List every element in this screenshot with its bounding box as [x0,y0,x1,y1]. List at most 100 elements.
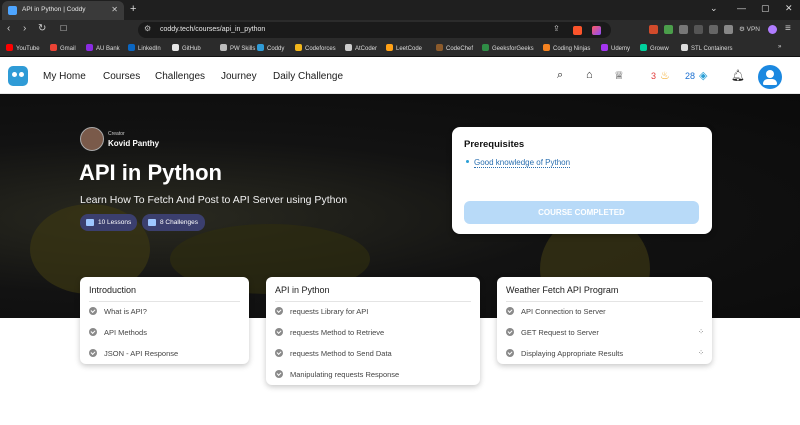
extension-icon[interactable] [664,25,673,34]
download-icon[interactable] [724,25,733,34]
bookmark-item[interactable]: Gmail [50,44,76,52]
browser-tab[interactable]: API in Python | Coddy ✕ [2,1,124,20]
bookmark-item[interactable]: Codeforces [295,44,336,52]
more-bookmarks-icon[interactable]: » [778,44,781,50]
nav-journey[interactable]: Journey [221,71,257,82]
extension-icon[interactable] [649,25,658,34]
course-completed-button[interactable]: COURSE COMPLETED [464,201,699,224]
bookmark-label: Coddy [267,46,285,52]
creator-label: Creator [108,131,125,137]
module-card[interactable]: Introduction What is API? API Methods JS… [80,277,249,364]
bookmark-item[interactable]: LeetCode [386,44,422,52]
nav-courses[interactable]: Courses [103,71,140,82]
coddy-logo[interactable] [8,66,28,86]
lesson-item[interactable]: What is API? [89,307,147,316]
challenge-icon: ⁘ [698,350,704,357]
chevron-down-icon[interactable]: ⌄ [710,3,718,14]
creator-avatar[interactable] [80,127,104,151]
site-settings-icon[interactable]: ⚙ [144,24,151,33]
lesson-item[interactable]: requests Method to Send Data [275,349,392,358]
back-icon[interactable]: ‹ [7,23,10,34]
streak-count: 3 [651,71,657,81]
shop-icon[interactable]: ⌂ [586,69,593,81]
bookmark-item[interactable]: Udemy [601,44,630,52]
bookmark-item[interactable]: CodeChef [436,44,473,52]
nav-challenges[interactable]: Challenges [155,71,205,82]
bookmark-favicon-icon [257,44,264,51]
bookmark-item[interactable]: Coddy [257,44,284,52]
bell-icon[interactable]: 🔔︎ [731,69,745,82]
sidebar-icon[interactable] [694,25,703,34]
bookmark-label: GitHub [182,46,201,52]
bookmarks-bar: YouTube Gmail AU Bank LinkedIn GitHub PW Skil… [0,40,800,57]
close-window-button[interactable]: ✕ [785,3,793,14]
challenges-label: 8 Challenges [160,219,198,226]
user-avatar-button[interactable] [758,65,782,89]
module-card[interactable]: Weather Fetch API Program API Connection… [497,277,712,364]
lesson-label: Displaying Appropriate Results [521,349,624,358]
menu-icon[interactable]: ≡ [785,23,791,34]
bookmark-label: AU Bank [96,46,120,52]
nav-daily-challenge[interactable]: Daily Challenge [273,71,343,82]
tab-close-icon[interactable]: ✕ [111,5,118,14]
tab-title: API in Python | Coddy [22,6,86,13]
course-title: API in Python [79,160,222,185]
course-subtitle: Learn How To Fetch And Post to API Serve… [80,194,348,206]
search-icon[interactable]: ⌕ [557,69,563,82]
book-icon [86,219,94,226]
profile-icon[interactable] [768,25,777,34]
bookmark-item[interactable]: Coding Ninjas [543,44,590,52]
lesson-item[interactable]: Displaying Appropriate Results [506,349,623,358]
bookmark-item[interactable]: GeeksforGeeks [482,44,534,52]
flame-icon: ♨ [660,70,670,82]
bookmark-item[interactable]: Groww [640,44,669,52]
check-circle-icon [89,349,97,357]
creator-name[interactable]: Kovid Panthy [108,139,159,148]
bookmark-favicon-icon [128,44,135,51]
lesson-item[interactable]: API Connection to Server [506,307,606,316]
bookmark-label: Groww [650,46,669,52]
bookmark-item[interactable]: PW Skills [220,44,255,52]
forward-icon[interactable]: › [23,23,26,34]
bookmark-label: Udemy [611,46,631,52]
new-tab-button[interactable]: + [130,3,136,15]
lesson-item[interactable]: GET Request to Server [506,328,599,337]
bookmark-page-icon[interactable]: ☐ [60,24,67,33]
check-circle-icon [89,328,97,336]
address-bar[interactable]: ⚙ coddy.tech/courses/api_in_python ⇪ [138,22,611,38]
reload-icon[interactable]: ↻ [38,23,46,34]
module-title: Introduction [89,285,137,295]
lesson-item[interactable]: Manipulating requests Response [275,370,399,379]
maximize-button[interactable]: ▢ [761,3,770,14]
wallet-icon[interactable] [709,25,718,34]
minimize-button[interactable]: — [737,3,746,13]
module-card[interactable]: API in Python requests Library for API r… [266,277,480,385]
nav-my-home[interactable]: My Home [43,71,86,82]
trophy-icon[interactable]: ♕ [614,69,624,82]
divider [275,301,471,302]
diamond-icon: ◈ [699,70,708,82]
bookmark-label: Gmail [60,46,76,52]
lesson-item[interactable]: requests Method to Retrieve [275,328,384,337]
share-icon[interactable]: ⇪ [553,24,560,33]
bookmark-favicon-icon [50,44,57,51]
bookmark-item[interactable]: YouTube [6,44,40,52]
lesson-item[interactable]: JSON - API Response [89,349,178,358]
bookmark-item[interactable]: AU Bank [86,44,120,52]
brave-rewards-icon[interactable] [592,26,601,35]
bookmark-label: CodeChef [446,46,474,52]
lesson-item[interactable]: requests Library for API [275,307,368,316]
prerequisite-item[interactable]: Good knowledge of Python [466,158,571,168]
lesson-item[interactable]: API Methods [89,328,147,337]
check-circle-icon [275,328,283,336]
bookmark-item[interactable]: STL Containers [681,44,732,52]
lesson-label: GET Request to Server [521,328,599,337]
bookmark-label: Codeforces [305,46,336,52]
brave-shields-icon[interactable] [573,26,582,35]
bookmark-item[interactable]: AtCoder [345,44,377,52]
vpn-button[interactable]: ⚙ VPN [739,25,760,33]
puzzle-icon[interactable] [679,25,688,34]
bookmark-item[interactable]: LinkedIn [128,44,161,52]
prerequisite-link[interactable]: Good knowledge of Python [474,158,571,168]
bookmark-item[interactable]: GitHub [172,44,201,52]
